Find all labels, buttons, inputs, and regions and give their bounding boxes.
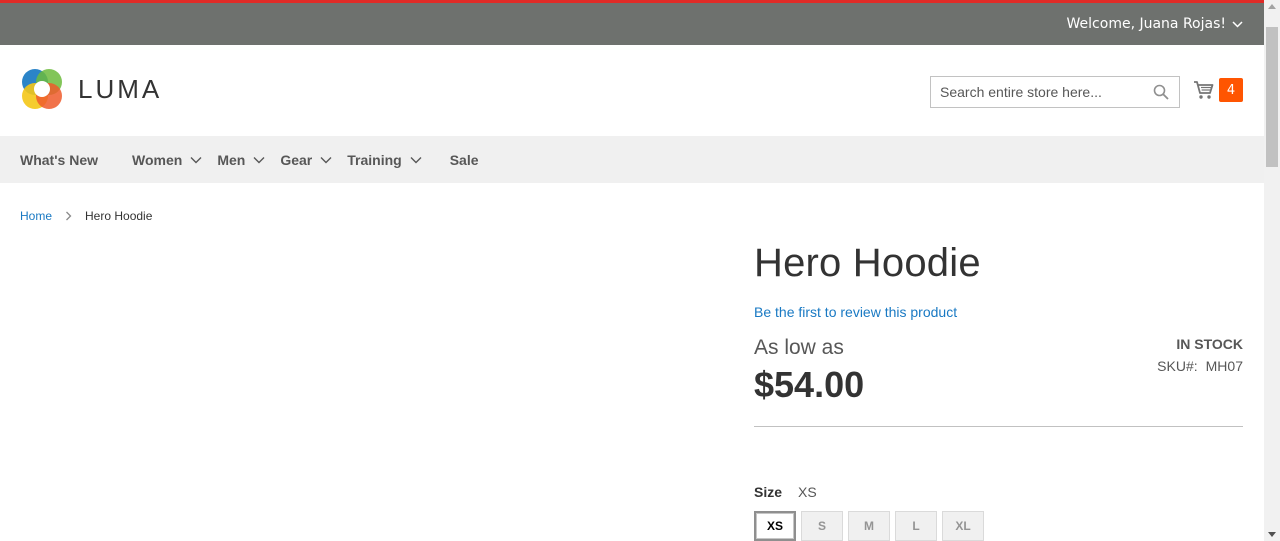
luma-logo-icon [22,69,62,109]
nav-item-label: Gear [280,151,313,168]
size-swatch-m[interactable]: M [848,511,890,541]
scrollbar-thumb[interactable] [1266,27,1278,167]
search-icon[interactable] [1153,84,1169,100]
stock-status: IN STOCK [1176,336,1243,352]
nav-item-label: Training [347,151,402,168]
nav-item-label: Women [132,151,183,168]
scroll-up-icon[interactable] [1268,4,1276,9]
search-input[interactable] [931,77,1141,107]
nav-item-men[interactable]: Men [217,152,265,168]
nav-item-label: Men [217,151,246,168]
page-title: Hero Hoodie [754,241,981,285]
chevron-down-icon [190,156,202,163]
scrollbar[interactable] [1264,0,1280,541]
size-swatch-attribute: Size XS XS S M L XL [754,484,1243,541]
price-box: As low as $54.00 IN STOCK SKU#: MH07 [754,336,1243,409]
size-swatch-s[interactable]: S [801,511,843,541]
size-label: Size [754,484,783,500]
size-swatch-xs[interactable]: XS [754,511,796,541]
breadcrumb-home-link[interactable]: Home [20,209,52,223]
sku-value: MH07 [1205,358,1243,374]
chevron-down-icon [253,156,265,163]
nav-item-whats-new[interactable]: What's New [20,152,98,168]
nav-item-sale[interactable]: Sale [450,152,479,168]
welcome-text: Welcome, Juana Rojas! [1066,16,1226,32]
chevron-right-icon [66,211,72,221]
scroll-down-icon[interactable] [1268,532,1276,537]
stock-info: IN STOCK SKU#: MH07 [1157,336,1243,374]
page: Welcome, Juana Rojas! LUMA Search entire… [0,0,1264,541]
top-panel: Welcome, Juana Rojas! [0,0,1264,45]
chevron-down-icon [410,156,422,163]
breadcrumb-current: Hero Hoodie [85,209,153,223]
logo-link[interactable]: LUMA [20,67,162,111]
cart-icon [1194,81,1214,99]
logo-text: LUMA [78,73,163,104]
sku: SKU#: MH07 [1157,358,1243,374]
minicart-button[interactable]: 4 [1193,78,1243,102]
nav-item-label: Sale [449,151,479,168]
search-box [930,76,1180,108]
nav-item-women[interactable]: Women [132,152,202,168]
size-swatches: XS S M L XL [754,511,1243,541]
nav-item-gear[interactable]: Gear [280,152,332,168]
account-menu-toggle[interactable]: Welcome, Juana Rojas! [1067,16,1243,32]
add-review-link[interactable]: Be the first to review this product [754,304,1243,320]
main-navigation: What's New Women Men Gear Training Sale [0,136,1264,183]
nav-item-label: What's New [20,151,99,168]
nav-item-training[interactable]: Training [347,151,422,168]
breadcrumb: Home Hero Hoodie [20,209,152,223]
product-info: Hero Hoodie Be the first to review this … [754,236,1243,541]
size-swatch-l[interactable]: L [895,511,937,541]
size-swatch-xl[interactable]: XL [942,511,984,541]
chevron-down-icon [1232,20,1243,28]
header: LUMA 4 [0,45,1264,136]
chevron-down-icon [320,156,332,163]
divider [754,426,1243,427]
size-selected-value: XS [798,484,817,500]
sku-label: SKU#: [1157,358,1198,374]
cart-count-badge: 4 [1219,78,1243,102]
